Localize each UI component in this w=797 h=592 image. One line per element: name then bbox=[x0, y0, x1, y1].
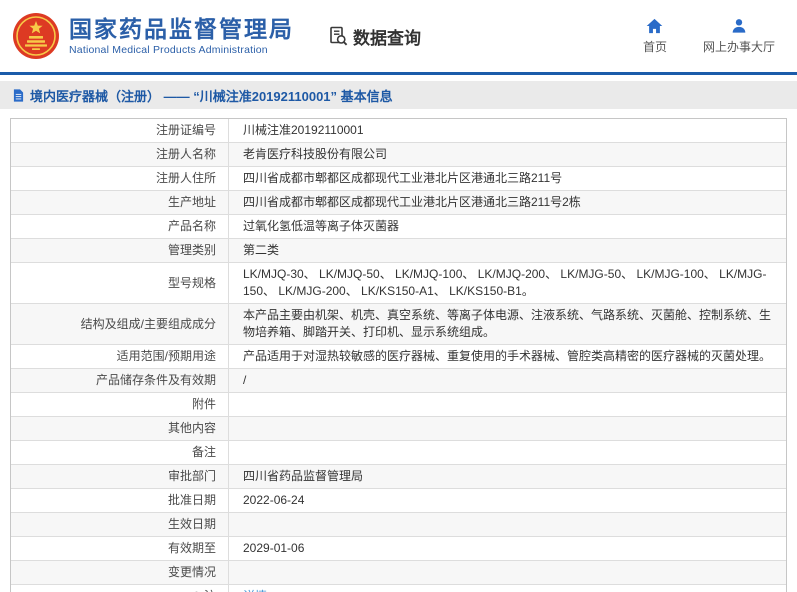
row-label: 注册人住所 bbox=[11, 167, 229, 190]
row-value bbox=[229, 393, 786, 416]
site-header: 国家药品监督管理局 National Medical Products Admi… bbox=[0, 0, 797, 75]
row-value bbox=[229, 441, 786, 464]
row-label: 管理类别 bbox=[11, 239, 229, 262]
table-row: 批准日期 2022-06-24 bbox=[11, 488, 786, 512]
row-value: 详情 bbox=[229, 585, 786, 592]
nav-service-hall[interactable]: 网上办事大厅 bbox=[703, 18, 775, 55]
row-value: LK/MJQ-30、 LK/MJQ-50、 LK/MJQ-100、 LK/MJQ… bbox=[243, 267, 767, 298]
row-label: 附件 bbox=[11, 393, 229, 416]
document-icon bbox=[13, 88, 24, 102]
row-label: 结构及组成/主要组成成分 bbox=[11, 304, 229, 344]
breadcrumb-text: 境内医疗器械（注册） —— “川械注准20192110001” 基本信息 bbox=[30, 88, 393, 104]
row-value: 第二类 bbox=[243, 243, 280, 257]
row-value bbox=[229, 513, 786, 536]
table-row: 型号规格 LK/MJQ-30、 LK/MJQ-50、 LK/MJQ-100、 L… bbox=[11, 262, 786, 303]
table-row: 适用范围/预期用途 产品适用于对湿热较敏感的医疗器械、重复使用的手术器械、管腔类… bbox=[11, 344, 786, 368]
registration-info-table: 注册证编号 川械注准20192110001 注册人名称 老肯医疗科技股份有限公司… bbox=[10, 118, 787, 592]
row-label: 批准日期 bbox=[11, 489, 229, 512]
row-label: 变更情况 bbox=[11, 561, 229, 584]
user-icon bbox=[732, 18, 746, 33]
row-value: 四川省成都市郫都区成都现代工业港北片区港通北三路211号2栋 bbox=[243, 195, 581, 209]
brand-text: 国家药品监督管理局 National Medical Products Admi… bbox=[69, 16, 294, 56]
row-value: 2029-01-06 bbox=[243, 541, 305, 555]
nav-home-label: 首页 bbox=[642, 39, 667, 54]
table-row: 结构及组成/主要组成成分 本产品主要由机架、机壳、真空系统、等离子体电源、注液系… bbox=[11, 303, 786, 344]
table-row: 产品名称 过氧化氢低温等离子体灭菌器 bbox=[11, 214, 786, 238]
data-query-tab[interactable]: 数据查询 bbox=[328, 24, 421, 49]
table-row: 注册人住所 四川省成都市郫都区成都现代工业港北片区港通北三路211号 bbox=[11, 166, 786, 190]
table-row: 管理类别 第二类 bbox=[11, 238, 786, 262]
national-emblem-logo bbox=[13, 13, 59, 59]
row-label: 适用范围/预期用途 bbox=[11, 345, 229, 368]
row-value: 老肯医疗科技股份有限公司 bbox=[243, 147, 388, 161]
table-row: 变更情况 bbox=[11, 560, 786, 584]
brand-title: 国家药品监督管理局 bbox=[69, 16, 294, 42]
row-label: 备注 bbox=[11, 441, 229, 464]
table-row: 注册人名称 老肯医疗科技股份有限公司 bbox=[11, 142, 786, 166]
table-row: 有效期至 2029-01-06 bbox=[11, 536, 786, 560]
table-row: 生产地址 四川省成都市郫都区成都现代工业港北片区港通北三路211号2栋 bbox=[11, 190, 786, 214]
table-row: 审批部门 四川省药品监督管理局 bbox=[11, 464, 786, 488]
table-row: 其他内容 bbox=[11, 416, 786, 440]
row-label: 审批部门 bbox=[11, 465, 229, 488]
nav-home[interactable]: 首页 bbox=[643, 18, 667, 55]
home-icon bbox=[647, 18, 663, 33]
row-label: 产品储存条件及有效期 bbox=[11, 369, 229, 392]
table-row: 产品储存条件及有效期 / bbox=[11, 368, 786, 392]
row-value: 2022-06-24 bbox=[243, 493, 305, 507]
note-label: 注 bbox=[204, 588, 216, 592]
row-label: 注册人名称 bbox=[11, 143, 229, 166]
document-search-icon bbox=[330, 26, 348, 46]
row-value: 本产品主要由机架、机壳、真空系统、等离子体电源、注液系统、气路系统、灭菌舱、控制… bbox=[243, 308, 772, 339]
row-value: 四川省药品监督管理局 bbox=[243, 469, 364, 483]
row-label: 注册证编号 bbox=[11, 119, 229, 142]
table-row: 备注 bbox=[11, 440, 786, 464]
row-value bbox=[229, 417, 786, 440]
brand: 国家药品监督管理局 National Medical Products Admi… bbox=[12, 12, 294, 60]
row-label: 产品名称 bbox=[11, 215, 229, 238]
row-label: 生产地址 bbox=[11, 191, 229, 214]
row-label: 其他内容 bbox=[11, 417, 229, 440]
row-value: / bbox=[243, 373, 247, 387]
row-value: 川械注准20192110001 bbox=[243, 123, 364, 137]
table-row: 附件 bbox=[11, 392, 786, 416]
row-label: 有效期至 bbox=[11, 537, 229, 560]
table-row-note: 注 详情 bbox=[11, 584, 786, 592]
data-query-label: 数据查询 bbox=[353, 28, 421, 48]
table-row: 生效日期 bbox=[11, 512, 786, 536]
brand-subtitle: National Medical Products Administration bbox=[69, 44, 268, 56]
row-label: 生效日期 bbox=[11, 513, 229, 536]
nav-service-hall-label: 网上办事大厅 bbox=[702, 39, 775, 54]
row-label: 型号规格 bbox=[11, 263, 229, 303]
top-nav: 首页 网上办事大厅 bbox=[643, 18, 781, 55]
row-value: 过氧化氢低温等离子体灭菌器 bbox=[243, 219, 400, 233]
row-label: 注 bbox=[11, 585, 229, 592]
page: 国家药品监督管理局 National Medical Products Admi… bbox=[0, 0, 797, 592]
row-value: 产品适用于对湿热较敏感的医疗器械、重复使用的手术器械、管腔类高精密的医疗器械的灭… bbox=[243, 349, 772, 363]
details-link[interactable]: 详情 bbox=[243, 588, 267, 592]
table-row: 注册证编号 川械注准20192110001 bbox=[11, 119, 786, 142]
row-value: 四川省成都市郫都区成都现代工业港北片区港通北三路211号 bbox=[243, 171, 563, 185]
breadcrumb: 境内医疗器械（注册） —— “川械注准20192110001” 基本信息 bbox=[0, 81, 797, 109]
row-value bbox=[229, 561, 786, 584]
